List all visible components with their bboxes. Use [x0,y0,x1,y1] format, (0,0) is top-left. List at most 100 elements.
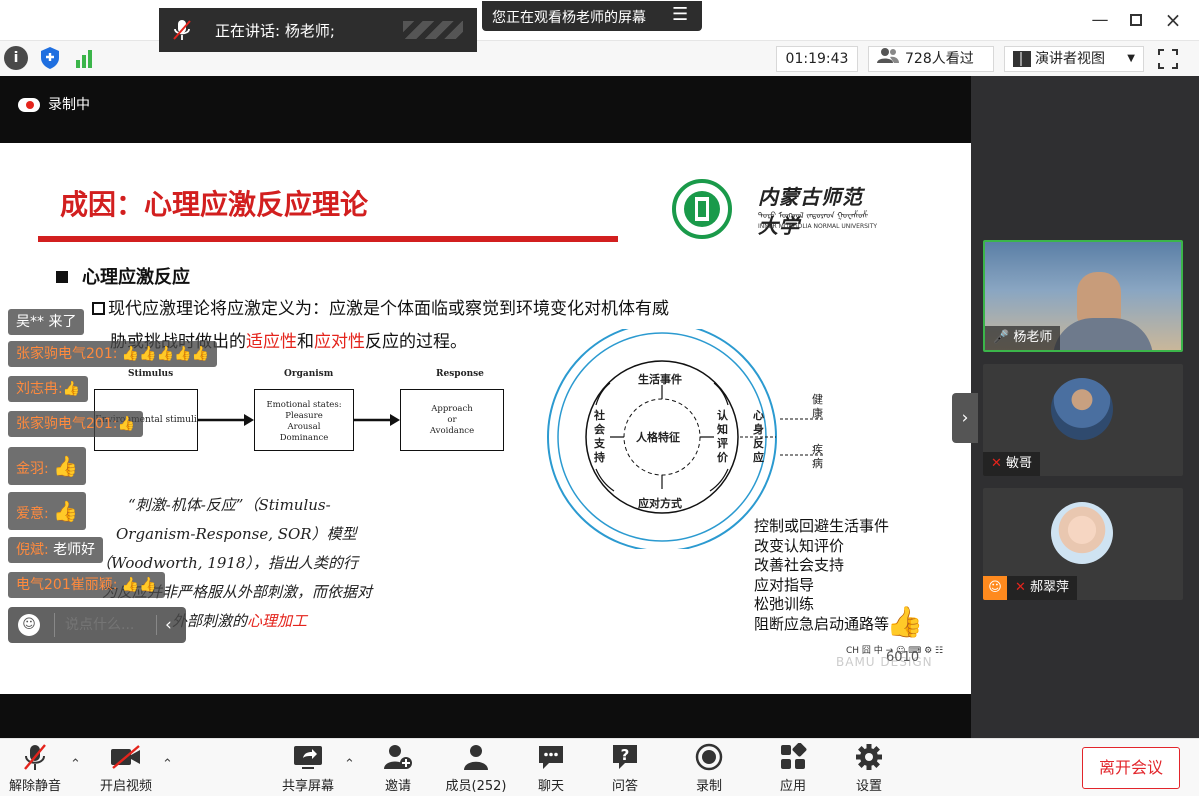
signal-icon[interactable] [72,46,96,70]
video-tile[interactable]: ☺ ✕ 郝翠萍 [983,488,1183,600]
leave-meeting-button[interactable]: 离开会议 [1082,747,1180,789]
definition-text-2c: 和 [297,332,314,352]
share-options-chevron-icon[interactable]: ⌃ [344,757,355,772]
fullscreen-icon[interactable] [1157,48,1179,70]
members-icon [464,745,488,770]
start-video-button[interactable]: 开启视频 [97,743,155,794]
box-organism: Emotional states: Pleasure Arousal Domin… [254,389,354,451]
members-button[interactable]: 成员(252) [444,743,508,794]
qa-label: 问答 [611,779,638,794]
chevron-down-icon: ▼ [1127,53,1135,64]
stress-model-circles [547,329,824,549]
university-name-mn: ᠲᠤᠷᠣ ᠮᠣᠩᠭᠤᠯ ᠵᠠᠳᠤᠷᠠᠳ ᠭᠤᠸᠠᠱᠤᠱᠠᠨ [758,211,868,220]
node-coping: 应对方式 [638,497,682,510]
avatar [1051,378,1113,440]
organism-line: Pleasure [285,411,323,421]
settings-label: 设置 [855,779,882,794]
user-icon: ☺ [983,576,1007,600]
members-label: 成员(252) [445,779,507,794]
close-icon[interactable]: × [1160,8,1186,32]
collapse-panel-button[interactable]: › [952,393,978,443]
cloud-record-icon [18,98,40,112]
note-line-1: “刺激-机体-反应”（Stimulus- [128,496,331,514]
apps-button[interactable]: 应用 [778,743,808,794]
node-social-support: 社会支持 [594,409,605,464]
audio-wave-icon [403,21,463,39]
chat-sender: 倪斌: [16,542,49,558]
strategy-item: 控制或回避生活事件 [754,517,890,535]
record-button[interactable]: 录制 [694,743,724,794]
emoji-icon[interactable]: ☺ [18,614,40,636]
record-icon [695,743,723,771]
share-screen-icon [294,746,322,769]
svg-text:?: ? [621,746,630,764]
slide-title: 成因：心理应激反应理论 [60,188,369,221]
chat-message: 吴** 来了 [8,309,85,335]
section-heading-text: 心理应激反应 [82,267,190,288]
strategy-item: 改变认知评价 [754,536,845,555]
organism-line: Emotional states: [266,400,342,410]
add-user-icon [384,745,412,769]
view-mode-label: 演讲者视图 [1035,51,1105,67]
shield-icon[interactable] [38,46,62,70]
chat-bubble-icon [539,746,563,769]
viewers-count[interactable]: 728人看过 [868,46,994,72]
view-mode-dropdown[interactable]: 演讲者视图 ▼ [1004,46,1144,72]
strategy-item: 改善社会支持 [754,556,845,574]
maximize-icon[interactable] [1123,8,1149,32]
speaking-indicator: 正在讲话: 杨老师; [159,8,477,52]
chat-text: 👍 [117,416,135,432]
qa-button[interactable]: ? 问答 [610,743,640,794]
chat-input[interactable] [54,613,148,637]
strategy-item: 松弛训练 [754,595,815,613]
response-line: or [447,415,457,425]
camera-off-icon [111,745,140,769]
response-line: Avoidance [429,426,475,436]
chat-sender: 爱意: [16,506,49,522]
watching-label: 您正在观看杨老师的屏幕 [492,10,646,26]
chat-message: 金羽: 👍 [8,447,87,485]
chat-text: 👍👍👍👍👍 [121,346,210,362]
node-disease: 疾病 [812,443,823,470]
minimize-icon[interactable]: — [1087,8,1113,32]
box-organism-head: Organism [284,369,334,379]
audio-options-chevron-icon[interactable]: ⌃ [70,757,81,772]
note-highlight-processing: 心理加工 [247,612,308,630]
chat-message: 电气201崔丽颖: 👍👍 [8,572,165,598]
unmute-button[interactable]: 解除静音 [6,743,64,794]
mic-muted-icon: ✕ [991,456,1002,471]
video-label: 开启视频 [99,779,152,794]
video-tile-active[interactable]: 🎤 杨老师 [983,240,1183,352]
speaking-label: 正在讲话: 杨老师; [215,22,335,40]
share-screen-button[interactable]: 共享屏幕 [279,743,337,794]
university-name-en: INNER MONGOLIA NORMAL UNIVERSITY [758,223,878,230]
definition-text-2e: 反应的过程。 [365,332,467,352]
people-icon [877,47,899,71]
square-bullet-icon [56,271,68,283]
node-health: 健康 [812,393,823,420]
menu-lines-icon[interactable]: ☰ [672,4,688,25]
viewers-label: 728人看过 [905,51,974,67]
question-icon: ? [613,745,637,769]
node-mind-body: 心身反应 [753,409,764,464]
chat-sender: 刘志冉: [16,381,63,397]
strategies-list: 控制或回避生活事件 改变认知评价 改善社会支持 应对指导 松弛训练 阻断应急启动… [754,517,889,634]
organism-line: Dominance [279,433,329,443]
section-heading: 心理应激反应 [56,263,190,289]
recording-indicator: 录制中 [18,94,90,114]
chat-button[interactable]: 聊天 [536,743,566,794]
record-label: 录制 [695,779,722,794]
video-tile[interactable]: ✕ 敏哥 [983,364,1183,476]
recording-label: 录制中 [48,97,90,113]
stress-model-diagram: 生活事件 人格特征 应对方式 社会支持 认知评价 心身反应 健康 疾病 [544,329,844,549]
collapse-chat-icon[interactable]: ‹ [156,615,172,635]
chat-input-bar[interactable]: ☺ ‹ [8,607,186,643]
chat-text: 老师好 [53,542,96,558]
video-options-chevron-icon[interactable]: ⌃ [162,757,173,772]
invite-button[interactable]: 邀请 [382,743,414,794]
info-icon[interactable]: i [4,46,28,70]
settings-button[interactable]: 设置 [854,743,884,794]
university-logo: 内蒙古师范大学 ᠲᠤᠷᠣ ᠮᠣᠩᠭᠤᠯ ᠵᠠᠳᠤᠷᠠᠳ ᠭᠤᠸᠠᠱᠤᠱᠠᠨ IN… [672,179,877,239]
box-response: Approach or Avoidance [400,389,504,451]
chat-sender: 张家驹电气201: [16,416,118,432]
